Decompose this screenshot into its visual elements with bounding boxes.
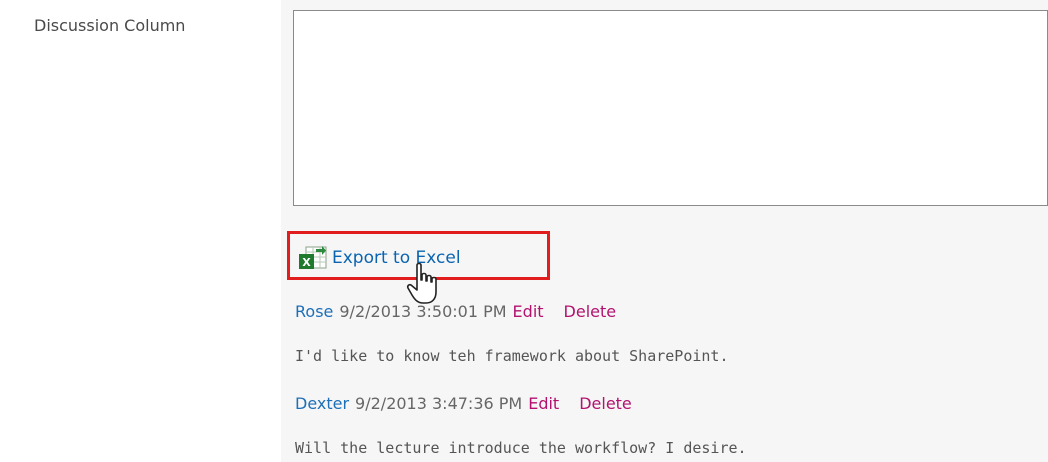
comment-body: Will the lecture introduce the workflow?… [295, 439, 747, 457]
delete-comment-link[interactable]: Delete [564, 302, 617, 321]
comment-body: I'd like to know teh framework about Sha… [295, 347, 729, 365]
comment-author-link[interactable]: Rose [295, 302, 333, 321]
comment-author-link[interactable]: Dexter [295, 394, 349, 413]
excel-export-icon: X [298, 246, 328, 270]
comment-timestamp: 9/2/2013 3:50:01 PM [339, 301, 507, 321]
comment-meta: Dexter 9/2/2013 3:47:36 PM Edit Delete [295, 392, 632, 414]
svg-text:X: X [302, 256, 311, 269]
comment-timestamp: 9/2/2013 3:47:36 PM [355, 393, 523, 413]
edit-comment-link[interactable]: Edit [528, 394, 559, 413]
discussion-column-label: Discussion Column [34, 16, 186, 35]
delete-comment-link[interactable]: Delete [579, 394, 632, 413]
edit-comment-link[interactable]: Edit [513, 302, 544, 321]
comment-meta: Rose 9/2/2013 3:50:01 PM Edit Delete [295, 300, 616, 322]
discussion-textarea[interactable] [293, 10, 1048, 206]
